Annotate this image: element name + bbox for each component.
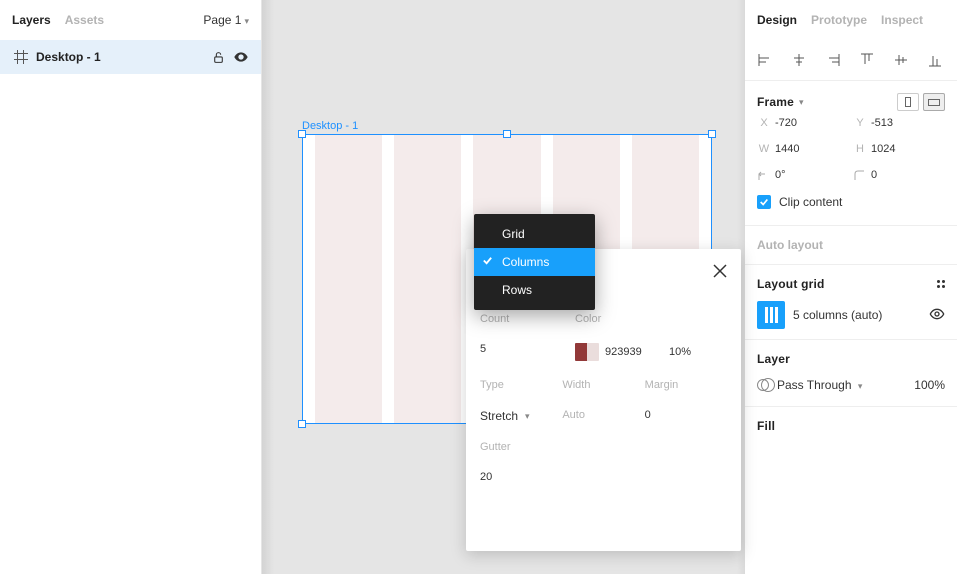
layer-row-desktop-1[interactable]: Desktop - 1 (0, 40, 261, 74)
h-input[interactable]: 1024 (871, 143, 945, 155)
gutter-input[interactable]: 20 (480, 471, 727, 483)
blend-mode-dropdown[interactable]: Pass Through ▾ (777, 378, 862, 392)
orientation-landscape-button[interactable] (923, 93, 945, 111)
check-icon (482, 255, 493, 269)
resize-handle[interactable] (708, 130, 716, 138)
margin-input[interactable]: 0 (645, 409, 727, 423)
clip-content-checkbox[interactable] (757, 195, 771, 209)
h-label: H (853, 143, 867, 155)
rotation-icon (757, 169, 769, 181)
color-swatch[interactable] (575, 343, 599, 361)
dropdown-item-columns[interactable]: Columns (474, 248, 595, 276)
rotation-input[interactable]: 0° (775, 169, 849, 181)
columns-icon[interactable] (757, 301, 785, 329)
layout-grid-item[interactable]: 5 columns (auto) (745, 297, 957, 339)
right-panel: Design Prototype Inspect Frame ▾ X -720 … (744, 0, 957, 574)
type-label: Type (480, 379, 562, 391)
visibility-icon[interactable] (929, 306, 945, 325)
auto-layout-section[interactable]: Auto layout (745, 226, 957, 264)
left-panel: Layers Assets Page 1▾ Desktop - 1 (0, 0, 262, 574)
tab-design[interactable]: Design (757, 13, 797, 27)
tab-assets[interactable]: Assets (65, 13, 104, 27)
alignment-tools (745, 40, 957, 80)
chevron-down-icon: ▾ (858, 381, 863, 391)
width-label: Width (562, 379, 644, 391)
x-input[interactable]: -720 (775, 117, 849, 129)
width-input: Auto (562, 409, 644, 423)
align-center-v-icon[interactable] (893, 52, 909, 68)
unlock-icon[interactable] (212, 51, 225, 64)
x-label: X (757, 117, 771, 129)
tab-inspect[interactable]: Inspect (881, 13, 923, 27)
type-dropdown[interactable]: Stretch ▾ (480, 409, 562, 423)
y-label: Y (853, 117, 867, 129)
align-bottom-icon[interactable] (927, 52, 943, 68)
corner-radius-icon (853, 169, 865, 181)
corner-radius-input[interactable]: 0 (871, 169, 945, 181)
layout-grid-styles-icon[interactable] (937, 280, 945, 288)
frame-section: Frame ▾ X -720 Y -513 W 1440 H 1024 0° 0 (745, 81, 957, 213)
tab-prototype[interactable]: Prototype (811, 13, 867, 27)
visibility-icon[interactable] (233, 49, 249, 65)
dropdown-item-rows[interactable]: Rows (474, 276, 595, 304)
color-opacity-input[interactable]: 10% (669, 346, 727, 358)
color-label: Color (575, 313, 727, 325)
resize-handle[interactable] (503, 130, 511, 138)
align-left-icon[interactable] (757, 52, 773, 68)
page-label: Page 1 (203, 13, 241, 27)
dropdown-item-label: Columns (502, 255, 549, 269)
type-value: Stretch (480, 409, 518, 423)
w-label: W (757, 143, 771, 155)
color-hex-input[interactable]: 923939 (605, 346, 663, 358)
dropdown-item-grid[interactable]: Grid (474, 220, 595, 248)
blend-mode-icon (757, 379, 769, 391)
close-icon[interactable] (713, 264, 727, 281)
margin-label: Margin (645, 379, 727, 391)
chevron-down-icon: ▾ (799, 97, 804, 108)
canvas-frame-label[interactable]: Desktop - 1 (302, 120, 358, 132)
y-input[interactable]: -513 (871, 117, 945, 129)
right-panel-tabs: Design Prototype Inspect (745, 0, 957, 40)
frame-title[interactable]: Frame (757, 95, 794, 109)
grid-type-dropdown: Grid Columns Rows (474, 214, 595, 310)
clip-content-label: Clip content (779, 195, 842, 209)
align-right-icon[interactable] (825, 52, 841, 68)
chevron-down-icon: ▾ (244, 16, 249, 26)
blend-mode-value: Pass Through (777, 378, 852, 392)
resize-handle[interactable] (298, 420, 306, 428)
layer-name: Desktop - 1 (36, 50, 101, 64)
chevron-down-icon: ▾ (525, 411, 530, 422)
frame-icon (14, 50, 28, 64)
layout-grid-title: Layout grid (757, 277, 825, 291)
fill-section-title: Fill (757, 419, 775, 433)
count-label: Count (480, 313, 575, 325)
tab-layers[interactable]: Layers (12, 13, 51, 27)
count-input[interactable]: 5 (480, 343, 575, 361)
page-dropdown[interactable]: Page 1▾ (203, 13, 249, 27)
left-panel-header: Layers Assets Page 1▾ (0, 0, 261, 40)
layout-grid-item-label: 5 columns (auto) (793, 308, 882, 322)
layer-opacity-input[interactable]: 100% (914, 378, 945, 392)
align-center-h-icon[interactable] (791, 52, 807, 68)
w-input[interactable]: 1440 (775, 143, 849, 155)
layer-section-title: Layer (757, 352, 790, 366)
align-top-icon[interactable] (859, 52, 875, 68)
orientation-portrait-button[interactable] (897, 93, 919, 111)
gutter-label: Gutter (480, 441, 727, 453)
